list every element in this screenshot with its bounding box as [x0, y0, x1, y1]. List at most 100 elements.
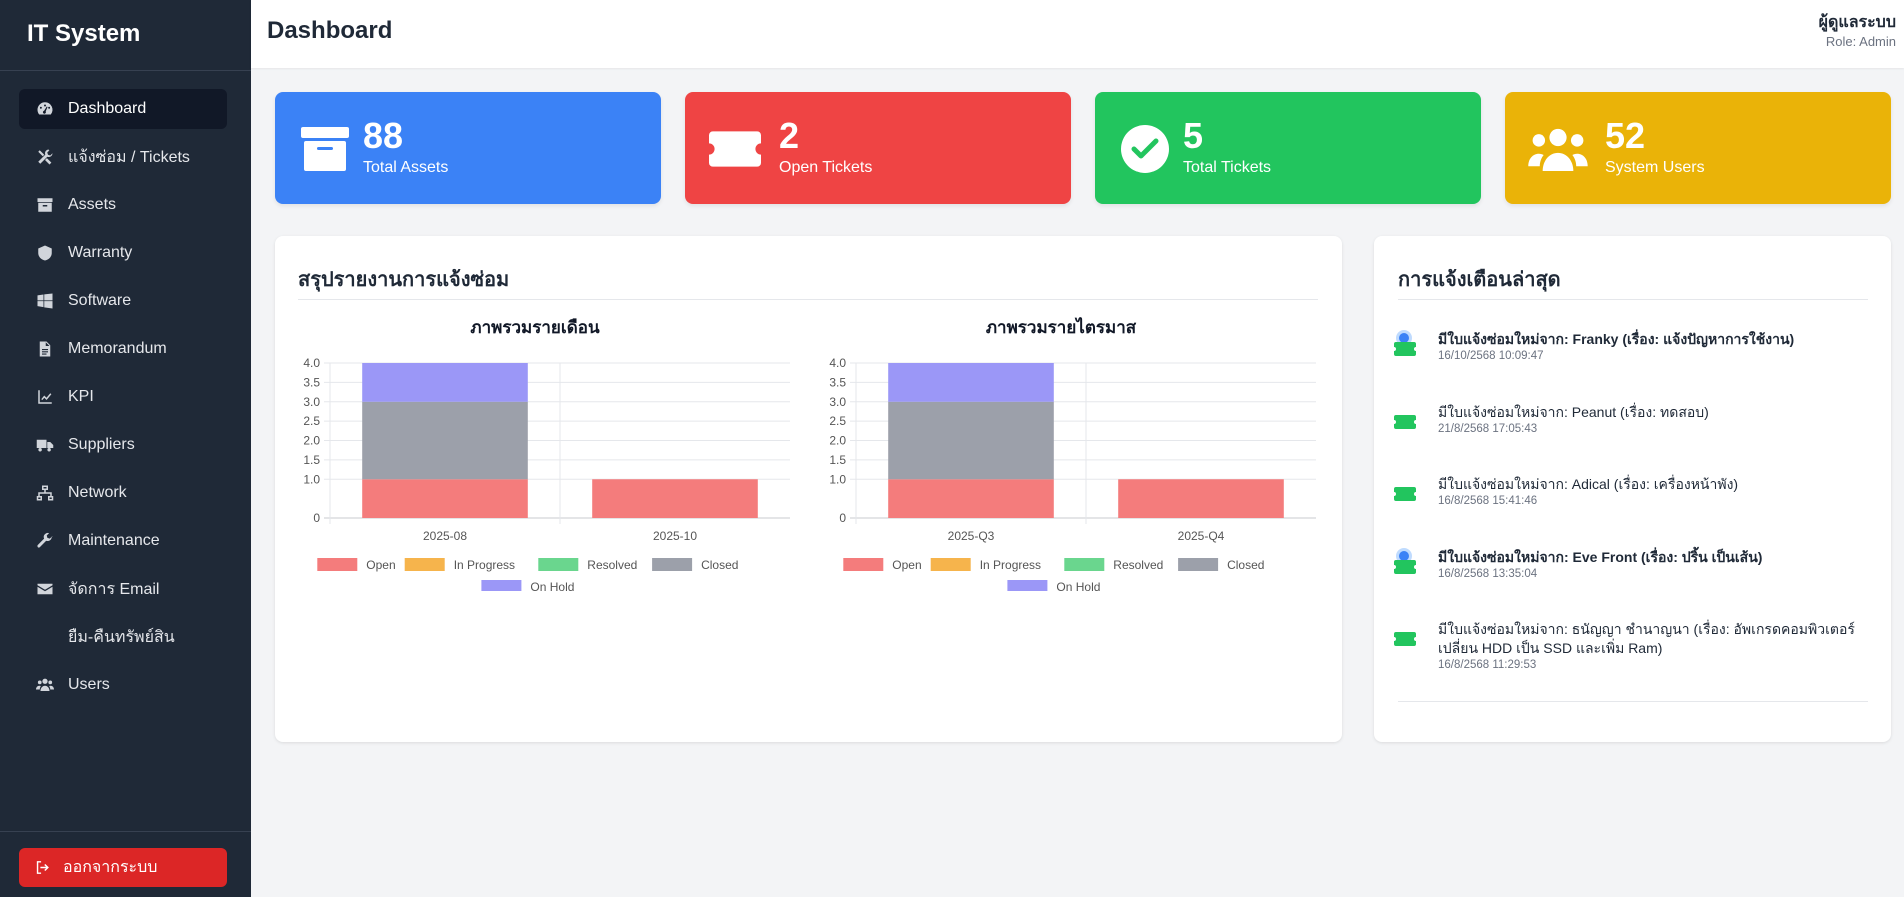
shield-icon	[35, 243, 55, 263]
divider	[1398, 701, 1868, 702]
legend-swatch	[1178, 558, 1219, 571]
stat-label: Total Tickets	[1183, 159, 1272, 176]
envelope-icon	[35, 579, 55, 599]
sidebar-item-label: แจ้งซ่อม / Tickets	[68, 148, 190, 166]
sidebar-nav: Dashboard แจ้งซ่อม / Tickets Assets Warr…	[19, 89, 227, 713]
divider	[0, 70, 251, 71]
logout-button[interactable]: ออกจากระบบ	[19, 848, 227, 887]
x-tick-label: 2025-10	[653, 529, 697, 543]
wrench-icon	[35, 531, 55, 551]
ticket-icon	[1394, 415, 1416, 429]
y-tick-label: 2.5	[303, 414, 320, 428]
sidebar-item-borrow-return[interactable]: ยืม-คืนทรัพย์สิน	[19, 617, 227, 657]
legend-label: Resolved	[587, 558, 637, 572]
legend-label: Resolved	[1113, 558, 1163, 572]
notification-time: 16/10/2568 10:09:47	[1438, 350, 1544, 362]
check-circle-icon	[1119, 124, 1171, 174]
notification-time: 16/8/2568 13:35:04	[1438, 568, 1538, 580]
stat-value: 88	[363, 115, 404, 156]
legend-label: In Progress	[980, 558, 1041, 572]
legend-swatch	[1007, 580, 1048, 591]
line-chart-icon	[35, 387, 55, 407]
stat-card-total-tickets[interactable]: 5 Total Tickets	[1095, 92, 1481, 204]
legend-label: On Hold	[530, 580, 574, 591]
notification-text: มีใบแจ้งซ่อมใหม่จาก: Adical (เรื่อง: เคร…	[1438, 476, 1739, 492]
sidebar-item-email[interactable]: จัดการ Email	[19, 569, 227, 609]
sidebar-item-label: Network	[68, 484, 127, 501]
legend-label: Open	[366, 558, 395, 572]
network-icon	[35, 483, 55, 503]
sidebar-item-label: Users	[68, 676, 110, 693]
legend-swatch	[843, 558, 884, 571]
legend-label: Closed	[1227, 558, 1264, 572]
sidebar-item-label: Suppliers	[68, 436, 135, 453]
y-tick-label: 1.0	[303, 472, 320, 486]
legend-swatch	[538, 558, 579, 571]
sidebar-item-label: Dashboard	[68, 100, 147, 117]
x-tick-label: 2025-Q3	[948, 529, 995, 543]
sidebar-item-label: จัดการ Email	[68, 580, 160, 598]
sidebar-item-memorandum[interactable]: Memorandum	[19, 329, 227, 369]
stat-value: 52	[1605, 115, 1646, 156]
legend-swatch	[404, 558, 445, 571]
bar-segment	[888, 401, 1054, 480]
file-icon	[35, 339, 55, 359]
bar-segment	[362, 401, 528, 480]
page-title: Dashboard	[267, 17, 393, 44]
y-tick-label: 3.0	[303, 395, 320, 409]
sidebar-item-users[interactable]: Users	[19, 665, 227, 705]
sidebar-item-label: Maintenance	[68, 532, 160, 549]
ticket-icon	[1394, 560, 1416, 574]
stat-value: 5	[1183, 115, 1204, 156]
sidebar-item-tickets[interactable]: แจ้งซ่อม / Tickets	[19, 137, 227, 177]
archive-icon	[299, 124, 351, 174]
panel-title: สรุปรายงานการแจ้งซ่อม	[298, 269, 510, 291]
sidebar-item-network[interactable]: Network	[19, 473, 227, 513]
stat-card-total-assets[interactable]: 88 Total Assets	[275, 92, 661, 204]
sidebar-item-software[interactable]: Software	[19, 281, 227, 321]
y-tick-label: 1.5	[303, 453, 320, 467]
archive-icon	[35, 195, 55, 215]
user-name[interactable]: ผู้ดูแลระบบ	[1819, 10, 1896, 35]
stat-label: System Users	[1605, 159, 1705, 176]
y-tick-label: 4.0	[303, 356, 320, 370]
panel-title: การแจ้งเตือนล่าสุด	[1398, 269, 1561, 291]
notification-text: มีใบแจ้งซ่อมใหม่จาก: ธนัญญา ชำนาญนา (เรื…	[1438, 621, 1855, 656]
logout-label: ออกจากระบบ	[63, 859, 158, 876]
sidebar-item-label: Assets	[68, 196, 117, 213]
notification-time: 16/8/2568 15:41:46	[1438, 495, 1538, 507]
tools-icon	[35, 147, 55, 167]
chart-title: ภาพรวมรายเดือน	[470, 317, 600, 337]
y-tick-label: 4.0	[829, 356, 846, 370]
y-tick-label: 0	[313, 511, 320, 525]
users-icon	[35, 675, 55, 695]
legend-label: On Hold	[1056, 580, 1100, 591]
sidebar-item-label: Memorandum	[68, 340, 167, 357]
brand-title: IT System	[27, 20, 141, 47]
y-tick-label: 1.5	[829, 453, 846, 467]
sidebar-item-suppliers[interactable]: Suppliers	[19, 425, 227, 465]
y-tick-label: 2.0	[303, 434, 320, 448]
y-tick-label: 0	[839, 511, 846, 525]
y-tick-label: 3.5	[303, 375, 320, 389]
y-tick-label: 3.0	[829, 395, 846, 409]
legend-label: Open	[892, 558, 921, 572]
sidebar-item-label: ยืม-คืนทรัพย์สิน	[68, 628, 175, 646]
bar-segment	[362, 479, 528, 518]
sidebar-item-dashboard[interactable]: Dashboard	[19, 89, 227, 129]
y-tick-label: 2.0	[829, 434, 846, 448]
legend-swatch	[317, 558, 358, 571]
blank-icon	[35, 627, 55, 647]
sidebar-item-kpi[interactable]: KPI	[19, 377, 227, 417]
stat-card-open-tickets[interactable]: 2 Open Tickets	[685, 92, 1071, 204]
divider	[298, 299, 1318, 300]
legend-swatch	[930, 558, 971, 571]
monthly-chart: ภาพรวมรายเดือน 0 1.0 1.5 2.0 2.5 3.0 3.5 4.0 2025…	[303, 317, 790, 591]
sidebar-item-assets[interactable]: Assets	[19, 185, 227, 225]
sidebar-item-warranty[interactable]: Warranty	[19, 233, 227, 273]
stat-card-system-users[interactable]: 52 System Users	[1505, 92, 1891, 204]
sidebar-item-maintenance[interactable]: Maintenance	[19, 521, 227, 561]
windows-icon	[35, 291, 55, 311]
notification-text: มีใบแจ้งซ่อมใหม่จาก: Eve Front (เรื่อง: …	[1438, 549, 1763, 565]
stat-label: Total Assets	[363, 159, 449, 176]
